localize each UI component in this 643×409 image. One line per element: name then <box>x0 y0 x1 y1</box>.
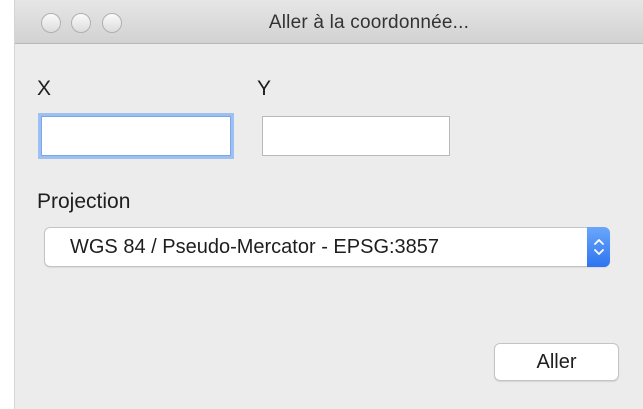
go-button[interactable]: Aller <box>494 343 619 381</box>
select-arrows-icon[interactable] <box>587 227 610 267</box>
y-label: Y <box>257 77 272 100</box>
window-title: Aller à la coordonnée... <box>268 12 470 33</box>
y-coordinate-input[interactable] <box>262 116 450 156</box>
minimize-window-icon[interactable] <box>71 13 91 33</box>
x-coordinate-input[interactable] <box>41 116 231 156</box>
window-edge <box>0 0 15 409</box>
goto-coordinate-dialog: Aller à la coordonnée... X Y Projection … <box>0 0 643 409</box>
projection-label: Projection <box>37 190 131 213</box>
title-bar[interactable]: Aller à la coordonnée... <box>15 0 643 44</box>
projection-select[interactable]: WGS 84 / Pseudo-Mercator - EPSG:3857 <box>44 227 610 267</box>
dialog-content: X Y Projection WGS 84 / Pseudo-Mercator … <box>15 45 643 409</box>
close-window-icon[interactable] <box>41 13 61 33</box>
projection-selected-value: WGS 84 / Pseudo-Mercator - EPSG:3857 <box>70 236 440 258</box>
x-label: X <box>37 77 52 100</box>
